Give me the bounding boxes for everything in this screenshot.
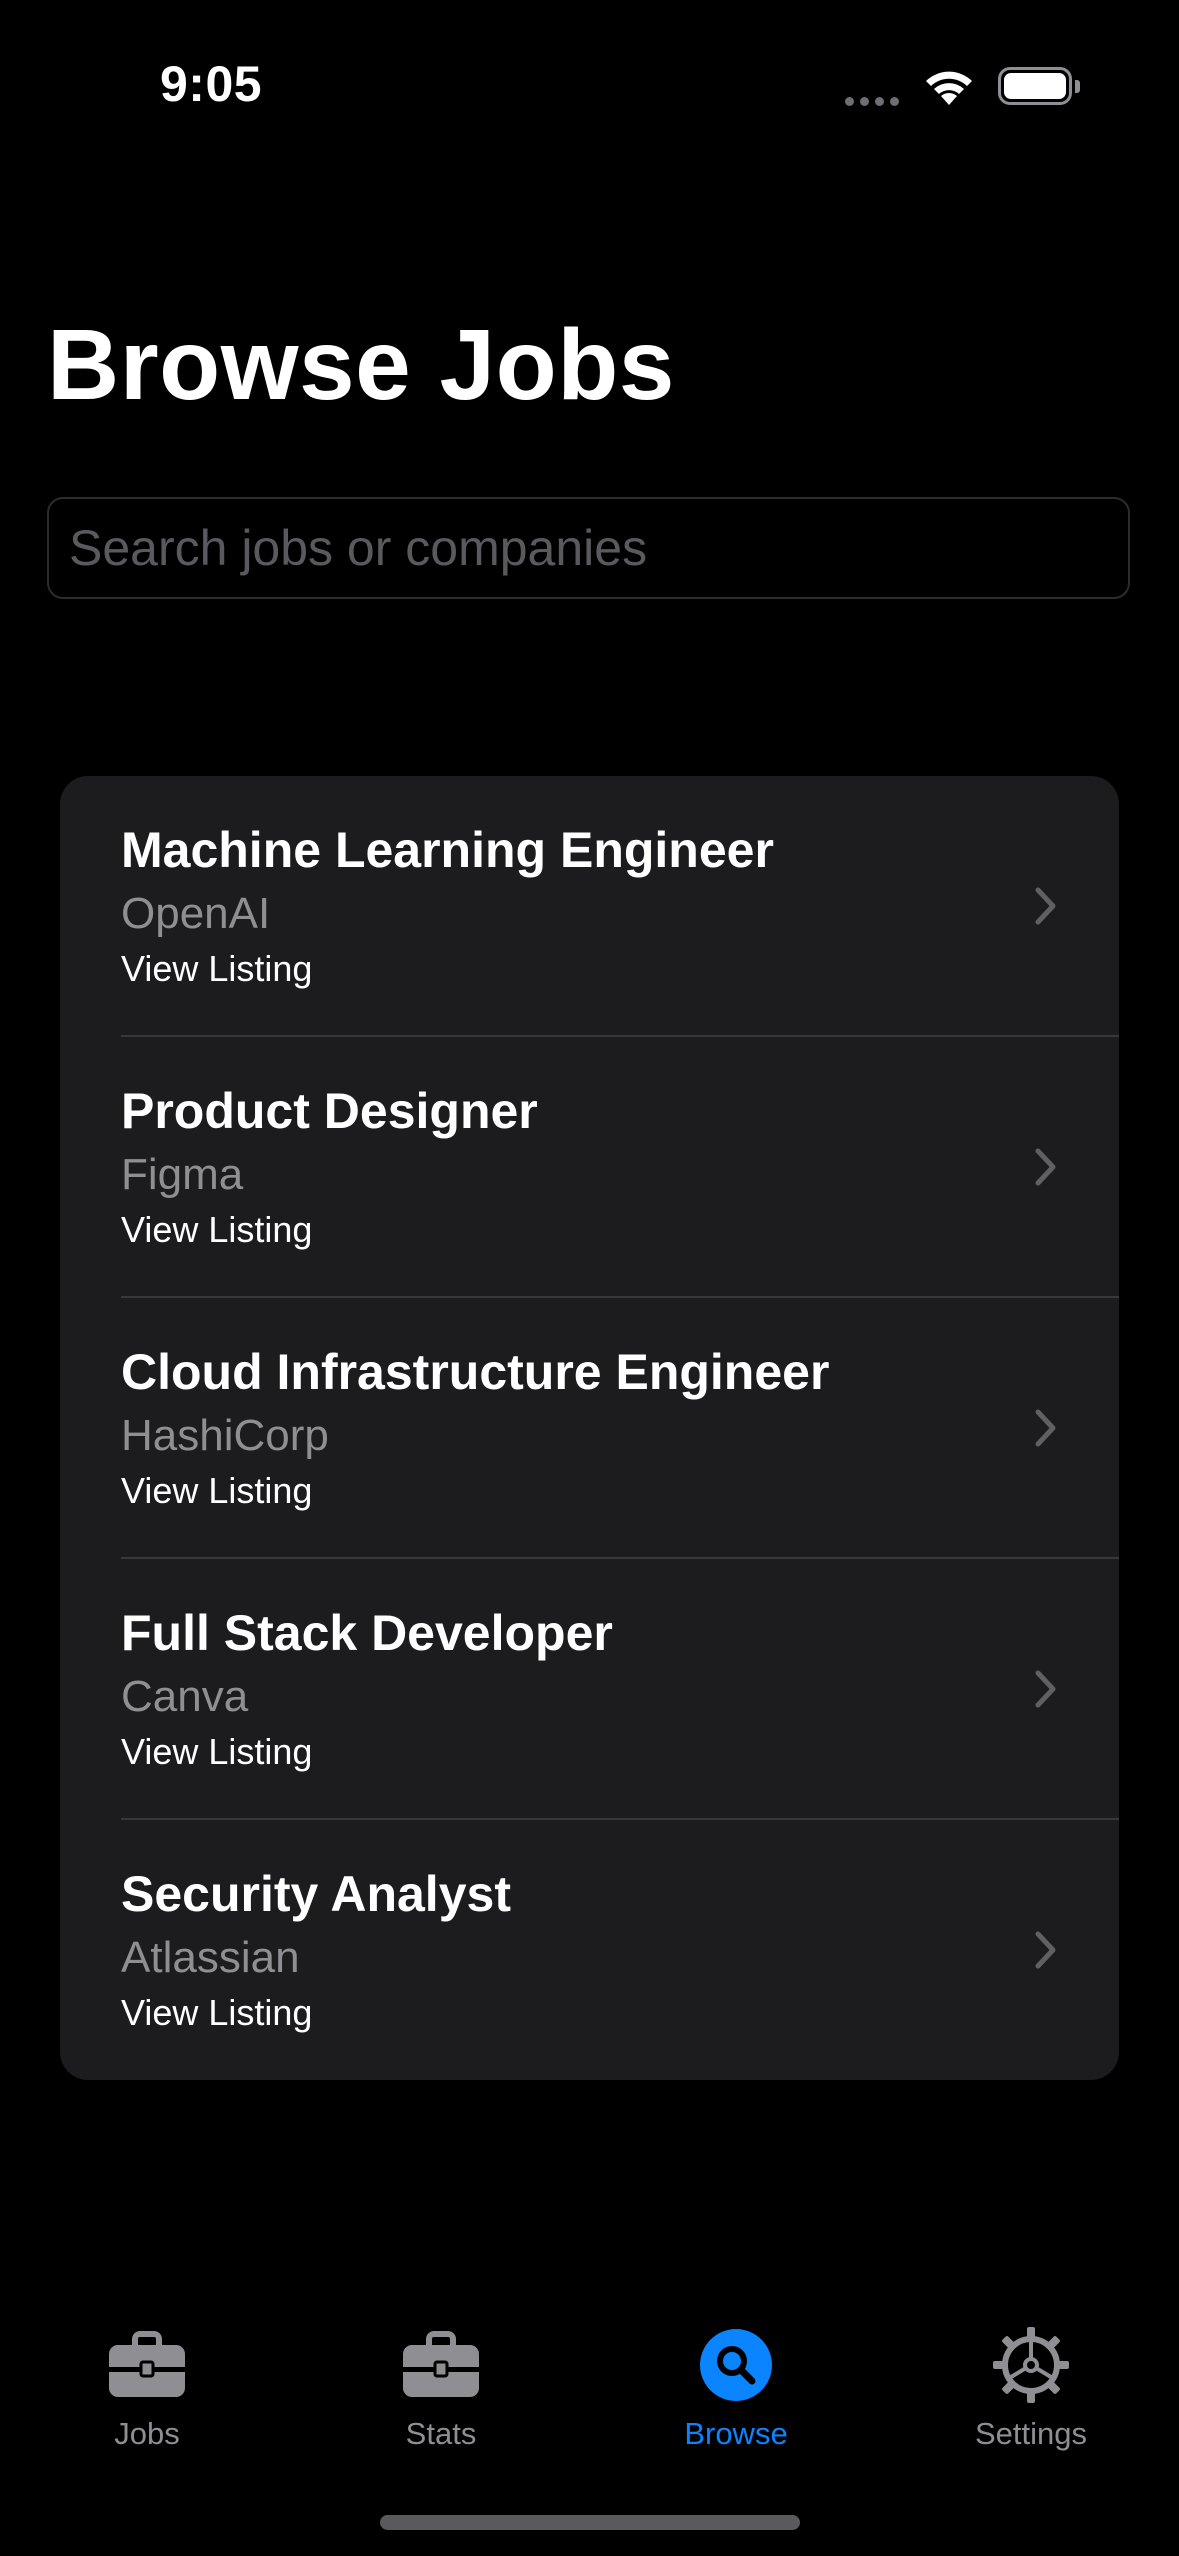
search-field[interactable] [47, 497, 1130, 599]
chevron-right-icon [1035, 1931, 1056, 1969]
job-title: Security Analyst [121, 1866, 511, 1922]
job-company: HashiCorp [121, 1411, 329, 1460]
cellular-signal-icon [845, 97, 905, 107]
job-row-machine-learning-engineer[interactable]: Machine Learning Engineer OpenAI View Li… [60, 776, 1119, 1037]
view-listing-link[interactable]: View Listing [121, 1992, 312, 2034]
job-title: Cloud Infrastructure Engineer [121, 1344, 830, 1400]
status-time: 9:05 [160, 56, 263, 112]
battery-icon [998, 67, 1082, 107]
tab-label: Jobs [114, 2416, 180, 2451]
job-company: Atlassian [121, 1933, 300, 1982]
chevron-right-icon [1035, 887, 1056, 925]
view-listing-link[interactable]: View Listing [121, 1470, 312, 1512]
job-row-full-stack-developer[interactable]: Full Stack Developer Canva View Listing [60, 1559, 1119, 1820]
briefcase-icon [109, 2331, 185, 2397]
job-row-cloud-infrastructure-engineer[interactable]: Cloud Infrastructure Engineer HashiCorp … [60, 1298, 1119, 1559]
tab-settings[interactable]: Settings [921, 2310, 1141, 2460]
tab-label: Browse [684, 2416, 788, 2451]
tab-browse[interactable]: Browse [626, 2310, 846, 2460]
chevron-right-icon [1035, 1148, 1056, 1186]
job-title: Full Stack Developer [121, 1605, 613, 1661]
status-bar: 9:05 [0, 0, 1179, 160]
wifi-icon [926, 71, 972, 105]
job-row-security-analyst[interactable]: Security Analyst Atlassian View Listing [60, 1820, 1119, 2080]
search-icon [700, 2329, 772, 2401]
job-row-product-designer[interactable]: Product Designer Figma View Listing [60, 1037, 1119, 1298]
briefcase-icon [403, 2331, 479, 2397]
job-title: Product Designer [121, 1083, 538, 1139]
job-company: Canva [121, 1672, 249, 1721]
gear-icon [993, 2327, 1069, 2403]
tab-jobs[interactable]: Jobs [37, 2310, 257, 2460]
chevron-right-icon [1035, 1670, 1056, 1708]
view-listing-link[interactable]: View Listing [121, 1731, 312, 1773]
job-company: OpenAI [121, 889, 271, 938]
tab-label: Stats [405, 2416, 477, 2451]
home-indicator[interactable] [380, 2515, 800, 2530]
view-listing-link[interactable]: View Listing [121, 1209, 312, 1251]
view-listing-link[interactable]: View Listing [121, 948, 312, 990]
search-input[interactable] [69, 499, 1109, 597]
tab-label: Settings [974, 2416, 1087, 2451]
job-list: Machine Learning Engineer OpenAI View Li… [60, 776, 1119, 2080]
tab-bar: Jobs Stats Browse Settings [0, 2310, 1179, 2470]
job-title: Machine Learning Engineer [121, 822, 774, 878]
chevron-right-icon [1035, 1409, 1056, 1447]
page-title: Browse Jobs [47, 309, 675, 421]
tab-stats[interactable]: Stats [331, 2310, 551, 2460]
job-company: Figma [121, 1150, 244, 1199]
